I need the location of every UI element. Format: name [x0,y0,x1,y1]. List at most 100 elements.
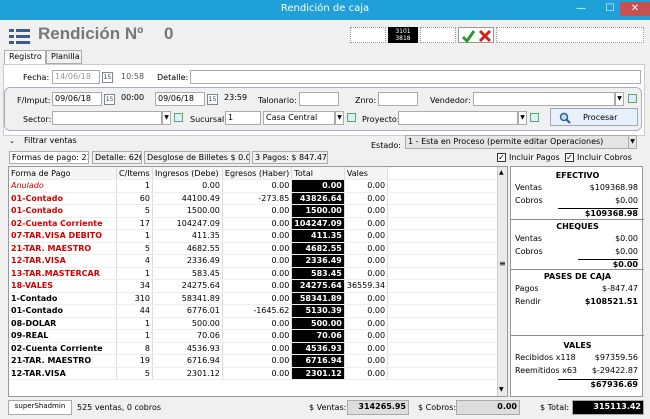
table-row[interactable]: Anulado 1 0.00 0.00 0.00 0.00 [9,179,507,193]
table-row[interactable]: 13-TAR.MASTERCAR 1 583.45 0.00 583.45 0.00 [9,267,507,280]
table-cell: 0.00 [222,217,293,230]
estado-dropdown[interactable]: ▼ [628,135,637,149]
table-cell: 12-TAR.VISA [9,367,117,380]
table-cell: 34 [116,279,153,293]
hasta-date-field[interactable]: 09/06/18 [155,92,205,106]
column-header[interactable]: Forma de Pago [9,167,117,180]
table-cell: 0.00 [344,292,389,305]
subtab-formas-pago[interactable]: Formas de pago: 21 [9,151,89,164]
table-row[interactable]: 07-TAR.VISA DEBITO 1 411.35 0.00 411.35 0.00 [9,229,507,243]
table-row[interactable]: 01-Contado 60 44100.49 -273.85 43826.64 0.00 [9,192,507,205]
scroll-up-icon[interactable]: ▲ [499,169,504,176]
vendedor-lookup-icon[interactable] [628,94,637,103]
check-icon[interactable] [461,29,475,43]
menu-list-icon[interactable] [9,27,31,45]
sucursal-lookup-icon[interactable] [347,113,356,122]
table-cell: 17 [116,217,153,230]
summary-panel: EFECTIVO Ventas $109368.98 Cobros $0.00 … [510,166,644,397]
table-row[interactable]: 1-Contado 310 58341.89 0.00 58341.89 0.00 [9,292,507,305]
desde-hora[interactable]: 00:00 [121,93,144,102]
table-cell: 0.00 [222,229,293,243]
table-row[interactable]: 01-Contado 5 1500.00 0.00 1500.00 0.00 [9,204,507,218]
table-row[interactable]: 12-TAR.VISA 5 2301.12 0.00 2301.12 0.00 [9,367,507,380]
desde-date-field[interactable]: 09/06/18 [52,92,102,106]
vendedor-field[interactable] [473,92,615,106]
hasta-hora[interactable]: 23:59 [224,93,247,102]
column-header[interactable]: Egresos (Haber) [222,167,293,180]
calendar-icon[interactable]: 15 [102,72,113,83]
znro-field[interactable] [378,92,418,106]
table-cell: 0.00 [344,367,389,380]
table-cell: 4682.55 [152,242,223,255]
chevron-down-icon[interactable]: ⌄ [9,137,15,145]
row-filler [387,367,507,380]
table-cell: 09-REAL [9,329,117,343]
sector-lookup-icon[interactable] [174,113,183,122]
table-row[interactable]: 09-REAL 1 70.06 0.00 70.06 0.00 [9,329,507,343]
table-cell: 01-Contado [9,192,117,205]
proyecto-dropdown[interactable]: ▼ [518,111,527,125]
column-header[interactable]: Ingresos (Debe) [152,167,223,180]
subtab-desglose[interactable]: Desglose de Billetes $ 0.00 [144,151,250,164]
cobros-label: $ Cobros: [418,403,457,412]
proyecto-lookup-icon[interactable] [530,113,539,122]
table-row[interactable]: 12-TAR.VISA 4 2336.49 0.00 2336.49 0.00 [9,254,507,268]
fecha-field[interactable]: 14/06/18 [52,70,100,84]
sucursal-label: Sucursal: [190,115,227,124]
sucursal-dropdown[interactable]: ▼ [335,111,344,125]
table-cell: 5 [116,367,153,380]
grid-scrollbar[interactable]: ▲ ≡ ▼ [497,167,507,396]
row-filler [387,242,507,255]
subtab-pagos[interactable]: 3 Pagos: $ 847.47 [252,151,328,164]
scroll-thumb[interactable]: ≡ [499,259,506,268]
sector-field[interactable] [52,111,162,125]
scroll-down-icon[interactable]: ▼ [499,386,504,393]
subtab-detalle[interactable]: Detalle: 626 [92,151,142,164]
filtrar-ventas-label[interactable]: Filtrar ventas [24,136,77,145]
detalle-field[interactable] [190,70,641,84]
row-filler [387,254,507,268]
tab-registro[interactable]: Registro [4,50,46,64]
table-cell: 583.45 [291,267,345,280]
incluir-cobros-checkbox[interactable]: ✓ [565,153,574,162]
talonario-field[interactable] [299,92,339,106]
table-header-row: Forma de Pago C/Items Ingresos (Debe) Egres… [9,167,507,180]
table-row[interactable]: 08-DOLAR 1 500.00 0.00 500.00 0.00 [9,317,507,330]
column-header[interactable]: C/Items [116,167,153,180]
table-row[interactable]: 02-Cuenta Corriente 17 104247.09 0.00 104247… [9,217,507,230]
sector-dropdown[interactable]: ▼ [162,111,171,125]
page-title: Rendición Nº [38,24,144,43]
table-cell: 0.00 [344,329,389,343]
proyecto-field[interactable] [398,111,518,125]
procesar-button[interactable]: Procesar [550,108,638,126]
table-cell: 1 [116,317,153,330]
minimize-button[interactable]: — [567,2,595,16]
vales-reemitidos-label: Reemitidos x63 [515,366,578,375]
sucursal-name[interactable]: Casa Central [263,111,335,125]
talonario-label: Talonario: [258,96,297,105]
table-row[interactable]: 18-VALES 34 24275.64 0.00 24275.64 36559.34 [9,279,507,293]
table-cell: 1 [116,179,153,193]
incluir-pagos-checkbox[interactable]: ✓ [497,153,506,162]
cheques-cobros: $0.00 [615,247,638,256]
table-row[interactable]: 21-TAR. MAESTRO 5 4682.55 0.00 4682.55 0.00 [9,242,507,255]
close-button[interactable]: ✕ [620,2,650,16]
tab-planilla[interactable]: Planilla [46,50,82,64]
table-cell: 6716.94 [152,354,223,368]
row-filler [387,279,507,293]
desde-calendar-icon[interactable]: 15 [104,94,115,105]
estado-select[interactable]: 1 - Esta en Proceso (permite editar Oper… [405,135,630,149]
cancel-icon[interactable] [478,29,492,43]
table-row[interactable]: 21-TAR. MAESTRO 19 6716.94 0.00 6716.94 0.00 [9,354,507,368]
column-header[interactable]: Total [291,167,345,180]
table-cell: 0.00 [344,204,389,218]
table-row[interactable]: 01-Contado 44 6776.01 -1645.62 5130.39 0.00 [9,304,507,318]
column-header[interactable]: Vales [344,167,389,180]
table-cell: 02-Cuenta Corriente [9,342,117,355]
hasta-calendar-icon[interactable]: 15 [207,94,218,105]
table-row[interactable]: 02-Cuenta Corriente 8 4536.93 0.00 4536.93 0.… [9,342,507,355]
sucursal-number[interactable]: 1 [225,111,261,125]
vendedor-dropdown[interactable]: ▼ [615,92,624,106]
table-cell: 0.00 [222,254,293,268]
table-cell: 1 [116,267,153,280]
